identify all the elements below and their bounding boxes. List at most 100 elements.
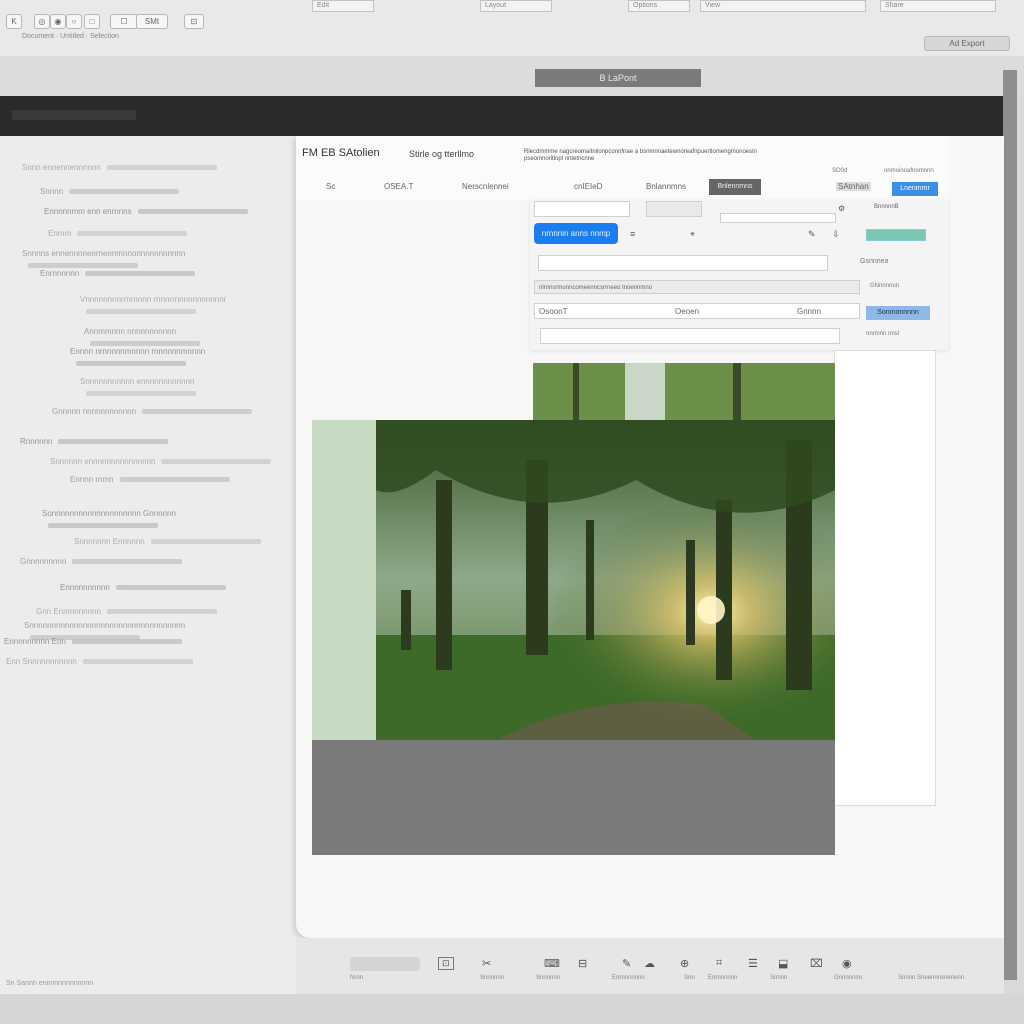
list-item-bar <box>115 585 226 591</box>
list-item-label: Ennnn rnmn <box>70 475 114 484</box>
header-right-label: SO0d <box>832 168 848 174</box>
list-item: Snnnns ennennnnenrnennmnnonnnnnnnnnnn <box>22 248 290 269</box>
tab-sc[interactable]: Sc <box>326 182 335 191</box>
list-item-label: Snnn ennennennnnnn <box>22 163 101 172</box>
cloud-icon[interactable]: ☁ <box>644 957 655 970</box>
bookmark-icon[interactable]: ⬓ <box>778 957 788 970</box>
toolbar-field-edit[interactable]: Edit <box>312 0 374 12</box>
photo-shadow-area <box>312 740 835 855</box>
field-range-input[interactable] <box>720 213 836 223</box>
tab-cnieied[interactable]: cnIEIeD <box>574 182 602 191</box>
dock-label-1: Nrnn <box>350 975 364 981</box>
list-item-label: Snnnnnn ennnnnnnnnnnnnnn <box>50 457 156 466</box>
list-item: Rnnnnnn <box>20 436 290 448</box>
header-placeholder <box>12 110 136 120</box>
background-list: Snnn ennennennnnnn Snnnn Ennnnnmm enn enrn… <box>0 136 296 936</box>
apply-tag[interactable]: Lnenmmr <box>892 182 938 196</box>
export-icon[interactable]: ⇩ <box>832 229 840 240</box>
list-item: Enrnnnnnn <box>40 268 290 280</box>
toolbar-button-circle-icon[interactable]: ○ <box>66 14 82 29</box>
toolbar-field-share[interactable]: Share <box>880 0 996 12</box>
list-item-bar <box>142 409 253 415</box>
list-item-bar <box>106 165 217 171</box>
right-scrollbar[interactable] <box>1003 70 1017 980</box>
format-row[interactable]: OsoonT Oeoen Gnnnn <box>534 303 860 319</box>
header-right-info: onmoinoafnomnnn <box>884 168 934 174</box>
toolbar-field-layout[interactable]: Layout <box>480 0 552 12</box>
toolbar-button-back[interactable]: K <box>6 14 22 29</box>
list-item-bar <box>86 309 196 315</box>
tab-nerscnlennei[interactable]: Nerscnlennei <box>462 182 509 191</box>
side-label-2: Gsnnnea <box>860 258 889 265</box>
toolbar-button-target-icon[interactable]: ◉ <box>50 14 66 29</box>
status-bar: Sn Sannn ennnnnnnnnnnnn <box>0 980 1024 1024</box>
list-icon[interactable]: ☰ <box>748 957 758 970</box>
settings-icon[interactable]: ⚙ <box>838 204 845 213</box>
keyboard-icon[interactable]: ⌨ <box>544 957 560 970</box>
tab-osea[interactable]: OSEA.T <box>384 182 413 191</box>
active-window-tab[interactable]: B LaPont <box>535 69 701 87</box>
photo-top-strip[interactable] <box>533 363 835 421</box>
list-item-label: Ennnnnmm enn enrnnns <box>44 207 132 216</box>
toolbar-path-text: Document · Untitled · Selection <box>22 33 119 40</box>
layout-icon[interactable]: ⌧ <box>810 957 823 970</box>
tab-bnlannmns[interactable]: Bnlannmns <box>646 182 686 191</box>
list-item-label: Annmmnnn nnnnnnnnnnn <box>84 327 177 336</box>
list-item-label: Snnnnnnnnnnnnnnnnnnnnnnnnnnnnnnnnnnn <box>24 621 186 630</box>
field-secondary-input[interactable] <box>646 201 702 217</box>
list-item-label: Gnnnnnnnnn <box>20 557 67 566</box>
list-item-bar <box>161 459 272 465</box>
toolbar-button-record-icon[interactable]: ◎ <box>34 14 50 29</box>
toolbar-button-square-icon[interactable]: □ <box>84 14 100 29</box>
forest-photo[interactable] <box>376 420 835 740</box>
field-name-input[interactable] <box>534 201 630 217</box>
toolbar-button-box-icon[interactable]: ☐ <box>110 14 138 29</box>
text-input-secondary[interactable] <box>540 328 840 344</box>
progress-indicator <box>866 229 926 241</box>
image-icon[interactable]: ⊡ <box>438 957 454 970</box>
list-item: Sonnnnnnnnnnnnnnnnnnnn Gnnnnnn <box>42 508 290 529</box>
dock-search[interactable] <box>350 957 420 971</box>
blue-tag[interactable]: Sonmonnnnn <box>866 306 930 320</box>
list-item-label: Vnnnnnnnnrrnrnnnn rnnnrrnnnnnnnnnnnr <box>80 295 227 304</box>
format-chip[interactable]: Bnlennmns <box>709 179 761 195</box>
dock-label-3: Snnnnnn <box>536 975 561 981</box>
tab-sathan[interactable]: SAtnhan <box>836 182 871 191</box>
list-item: Snnnnnnnnnnnnnnnnnnnnnnnnnnnnnnnnnnn <box>24 620 290 641</box>
side-label-1: BnnnnnB <box>874 204 899 210</box>
pen-icon[interactable]: ✎ <box>808 229 816 240</box>
brush-icon[interactable]: ✎ <box>622 957 631 970</box>
list-item-label: Ennnnnnnnn Enn <box>4 637 66 646</box>
grid-icon[interactable]: ⌗ <box>716 957 722 970</box>
cut-icon[interactable]: ✂ <box>482 957 491 970</box>
list-item-label: Snnnnnnnnnnn ennnnnnnnnnnn <box>80 377 195 386</box>
text-input-main[interactable] <box>538 255 828 271</box>
dock-label-5: Snn <box>684 975 695 981</box>
toolbar-button-label[interactable]: SMt <box>136 14 168 29</box>
list-item: Snnnn <box>40 186 290 198</box>
window-header-dark <box>0 96 1003 136</box>
globe-icon[interactable]: ◉ <box>842 957 852 970</box>
list-item: Ennnnnmm enn enrnnns <box>44 206 290 218</box>
dock-label-4: Enrnnnnnnn <box>612 975 645 981</box>
toolbar-field-options[interactable]: Options <box>628 0 690 12</box>
panel-icon[interactable]: ⊟ <box>578 957 587 970</box>
list-item-label: Gnnnnn nnnnnnnnnnnn <box>52 407 137 416</box>
toolbar-field-view[interactable]: View <box>700 0 866 12</box>
primary-button[interactable]: nrnnnin anns nnmp <box>534 223 618 244</box>
page-sheet <box>834 350 936 806</box>
list-item-bar <box>86 391 196 397</box>
align-icon[interactable]: ≡ <box>630 229 635 239</box>
list-item-bar <box>82 659 193 665</box>
top-toolbar: K ◎ ◉ ○ □ ☐ SMt ⊡ Document · Untitled · … <box>0 0 1024 57</box>
export-button[interactable]: Ad Export <box>924 36 1010 51</box>
format-row-left: OsoonT <box>539 307 568 316</box>
list-item-label: Snnnns ennennnnenrnennmnnonnnnnnnnnnn <box>22 249 186 258</box>
toolbar-button-frame-icon[interactable]: ⊡ <box>184 14 204 29</box>
search-row[interactable]: nlrnnsrmunncomeenncsrrneeo Inoennmno <box>534 280 860 294</box>
list-item: Enn Snnnnnnnnnnn <box>6 656 290 668</box>
list-item: Ennnnnnnnn Enn <box>4 636 290 648</box>
add-icon[interactable]: ⊕ <box>680 957 689 970</box>
list-item-bar <box>69 189 180 195</box>
pointer-icon[interactable]: ⌖ <box>690 229 695 240</box>
